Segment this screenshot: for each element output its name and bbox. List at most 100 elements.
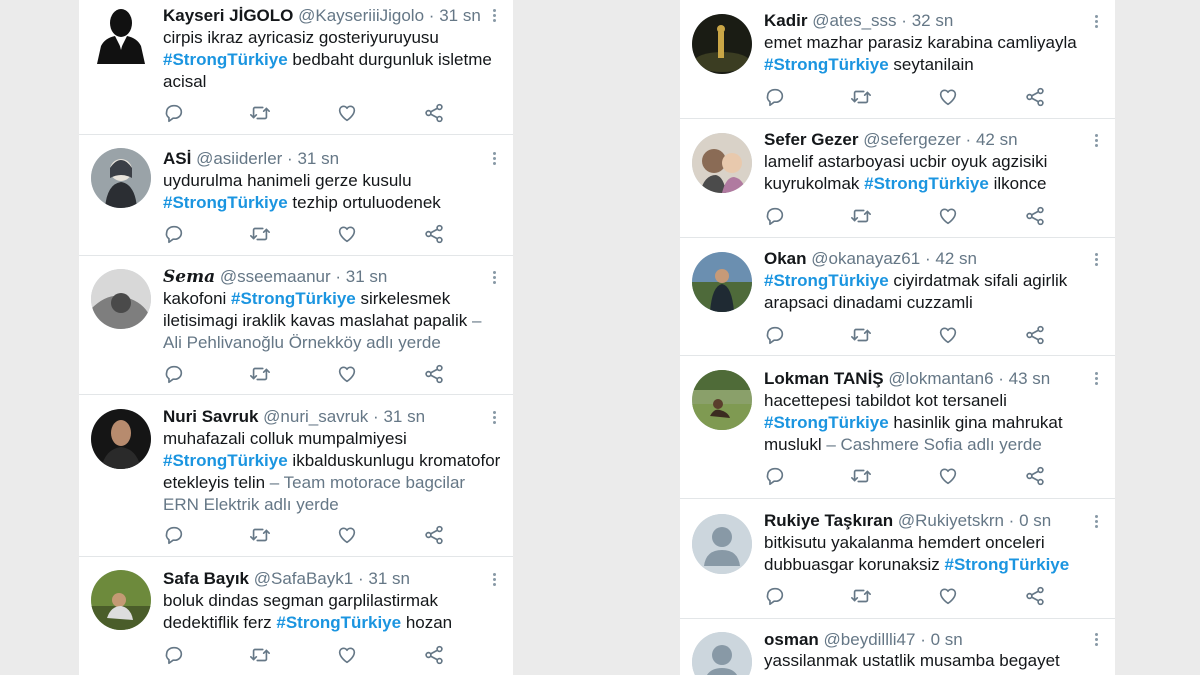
display-name[interactable]: Sefer Gezer — [764, 130, 859, 149]
share-icon[interactable] — [423, 524, 445, 546]
avatar[interactable] — [91, 148, 151, 208]
avatar[interactable] — [692, 514, 752, 574]
avatar[interactable] — [91, 4, 151, 64]
like-icon[interactable] — [937, 465, 959, 487]
tweet[interactable]: Sema @sseemaanur · 31 sn kakofoni #Stron… — [79, 256, 513, 395]
avatar[interactable] — [692, 252, 752, 312]
user-handle[interactable]: @nuri_savruk — [263, 407, 368, 426]
like-icon[interactable] — [336, 644, 358, 666]
hashtag-link[interactable]: #StrongTürkiye — [764, 271, 889, 290]
display-name[interactable]: Lokman TANİŞ — [764, 369, 884, 388]
display-name[interactable]: Safa Bayık — [163, 569, 249, 588]
user-handle[interactable]: @ates_sss — [812, 11, 896, 30]
timestamp[interactable]: 0 sn — [931, 630, 963, 649]
user-handle[interactable]: @SafaBayk1 — [254, 569, 353, 588]
user-handle[interactable]: @okanayaz61 — [811, 249, 920, 268]
avatar[interactable] — [91, 269, 151, 329]
timestamp[interactable]: 42 sn — [935, 249, 977, 268]
timestamp[interactable]: 31 sn — [346, 267, 388, 286]
avatar[interactable] — [692, 14, 752, 74]
retweet-icon[interactable] — [850, 205, 872, 227]
tweet[interactable]: Sefer Gezer @sefergezer · 42 sn lamelif … — [680, 119, 1115, 238]
retweet-icon[interactable] — [850, 465, 872, 487]
more-icon[interactable] — [1091, 251, 1101, 271]
user-handle[interactable]: @asiiderler — [196, 149, 282, 168]
reply-icon[interactable] — [163, 363, 185, 385]
tweet[interactable]: ASİ @asiiderler · 31 sn uydurulma hanime… — [79, 135, 513, 256]
retweet-icon[interactable] — [249, 363, 271, 385]
retweet-icon[interactable] — [249, 102, 271, 124]
retweet-icon[interactable] — [249, 223, 271, 245]
display-name[interactable]: Kadir — [764, 11, 807, 30]
hashtag-link[interactable]: #StrongTürkiye — [163, 50, 288, 69]
reply-icon[interactable] — [163, 223, 185, 245]
like-icon[interactable] — [937, 86, 959, 108]
reply-icon[interactable] — [163, 524, 185, 546]
share-icon[interactable] — [423, 102, 445, 124]
reply-icon[interactable] — [764, 205, 786, 227]
hashtag-link[interactable]: #StrongTürkiye — [864, 174, 989, 193]
more-icon[interactable] — [1091, 513, 1101, 533]
more-icon[interactable] — [1091, 631, 1101, 651]
reply-icon[interactable] — [764, 86, 786, 108]
display-name[interactable]: osman — [764, 630, 819, 649]
tweet[interactable]: Kadir @ates_sss · 32 sn emet mazhar para… — [680, 0, 1115, 119]
tweet[interactable]: Kayseri JİGOLO @KayseriiiJigolo · 31 sn … — [79, 0, 513, 135]
timestamp[interactable]: 32 sn — [912, 11, 954, 30]
share-icon[interactable] — [423, 223, 445, 245]
reply-icon[interactable] — [764, 585, 786, 607]
tweet[interactable]: Nuri Savruk @nuri_savruk · 31 sn muhafaz… — [79, 395, 513, 557]
timestamp[interactable]: 31 sn — [297, 149, 339, 168]
retweet-icon[interactable] — [850, 86, 872, 108]
share-icon[interactable] — [423, 363, 445, 385]
hashtag-link[interactable]: #StrongTürkiye — [231, 289, 356, 308]
more-icon[interactable] — [489, 269, 499, 289]
hashtag-link[interactable]: #StrongTürkiye — [163, 451, 288, 470]
hashtag-link[interactable]: #StrongTürkiye — [163, 193, 288, 212]
tweet[interactable]: Lokman TANİŞ @lokmantan6 · 43 sn hacette… — [680, 356, 1115, 499]
user-handle[interactable]: @sseemaanur — [220, 267, 331, 286]
like-icon[interactable] — [336, 102, 358, 124]
retweet-icon[interactable] — [249, 644, 271, 666]
like-icon[interactable] — [937, 205, 959, 227]
more-icon[interactable] — [489, 150, 499, 170]
hashtag-link[interactable]: #StrongTürkiye — [945, 555, 1070, 574]
timestamp[interactable]: 31 sn — [383, 407, 425, 426]
hashtag-link[interactable]: #StrongTürkiye — [764, 55, 889, 74]
user-handle[interactable]: @beydillli47 — [824, 630, 916, 649]
retweet-icon[interactable] — [850, 324, 872, 346]
timestamp[interactable]: 42 sn — [976, 130, 1018, 149]
user-handle[interactable]: @Rukiyetskrn — [898, 511, 1004, 530]
tweet[interactable]: Safa Bayık @SafaBayk1 · 31 sn boluk dind… — [79, 557, 513, 675]
more-icon[interactable] — [489, 7, 499, 27]
more-icon[interactable] — [489, 571, 499, 591]
reply-icon[interactable] — [163, 644, 185, 666]
display-name[interactable]: ASİ — [163, 149, 191, 168]
timestamp[interactable]: 0 sn — [1019, 511, 1051, 530]
share-icon[interactable] — [423, 644, 445, 666]
avatar[interactable] — [692, 133, 752, 193]
retweet-icon[interactable] — [850, 585, 872, 607]
display-name[interactable]: Rukiye Taşkıran — [764, 511, 893, 530]
share-icon[interactable] — [1024, 205, 1046, 227]
like-icon[interactable] — [336, 524, 358, 546]
reply-icon[interactable] — [764, 324, 786, 346]
avatar[interactable] — [91, 570, 151, 630]
location-link[interactable]: – Cashmere Sofia adlı yerde — [822, 435, 1041, 454]
display-name[interactable]: Sema — [163, 267, 215, 287]
like-icon[interactable] — [937, 585, 959, 607]
avatar[interactable] — [692, 370, 752, 430]
share-icon[interactable] — [1024, 585, 1046, 607]
like-icon[interactable] — [937, 324, 959, 346]
hashtag-link[interactable]: #StrongTürkiye — [764, 413, 889, 432]
more-icon[interactable] — [1091, 370, 1101, 390]
user-handle[interactable]: @lokmantan6 — [888, 369, 993, 388]
user-handle[interactable]: @sefergezer — [863, 130, 961, 149]
avatar[interactable] — [91, 409, 151, 469]
display-name[interactable]: Nuri Savruk — [163, 407, 258, 426]
timestamp[interactable]: 31 sn — [368, 569, 410, 588]
timestamp[interactable]: 31 sn — [439, 6, 481, 25]
timestamp[interactable]: 43 sn — [1009, 369, 1051, 388]
tweet[interactable]: osman @beydillli47 · 0 sn yassilanmak us… — [680, 619, 1115, 675]
more-icon[interactable] — [489, 409, 499, 429]
